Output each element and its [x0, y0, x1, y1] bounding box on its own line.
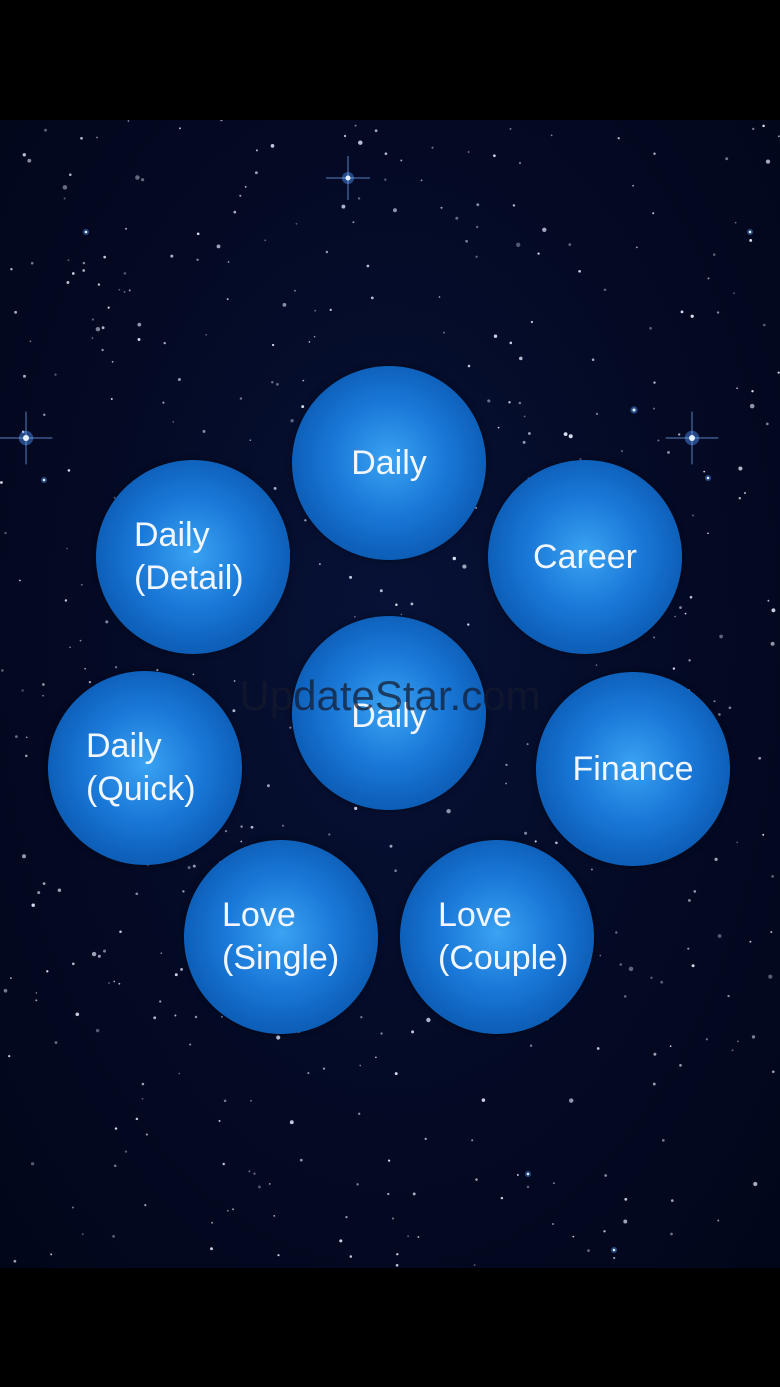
love-couple-button[interactable]: Love (Couple) — [400, 840, 594, 1034]
love-couple-button-label: Love (Couple) — [438, 896, 569, 977]
top-black-bar — [0, 0, 780, 120]
career-button-label: Career — [533, 537, 637, 576]
daily-button-label: Daily — [351, 443, 427, 482]
love-single-button-label: Love (Single) — [222, 896, 340, 977]
daily-button[interactable]: Daily — [292, 366, 486, 560]
love-single-button[interactable]: Love (Single) — [184, 840, 378, 1034]
daily-quick-button[interactable]: Daily (Quick) — [48, 671, 242, 865]
daily-quick-button-label: Daily (Quick) — [86, 727, 196, 808]
bottom-black-bar — [0, 1268, 780, 1387]
daily-detail-button[interactable]: Daily (Detail) — [96, 460, 290, 654]
daily-center-button[interactable]: Daily — [292, 616, 486, 810]
finance-button-label: Finance — [572, 749, 694, 788]
daily-detail-button-label: Daily (Detail) — [134, 516, 244, 597]
app-screen: Daily Career Daily (Detail) Daily Financ… — [0, 0, 780, 1387]
finance-button[interactable]: Finance — [536, 672, 730, 866]
career-button[interactable]: Career — [488, 460, 682, 654]
daily-center-button-label: Daily — [351, 696, 427, 735]
